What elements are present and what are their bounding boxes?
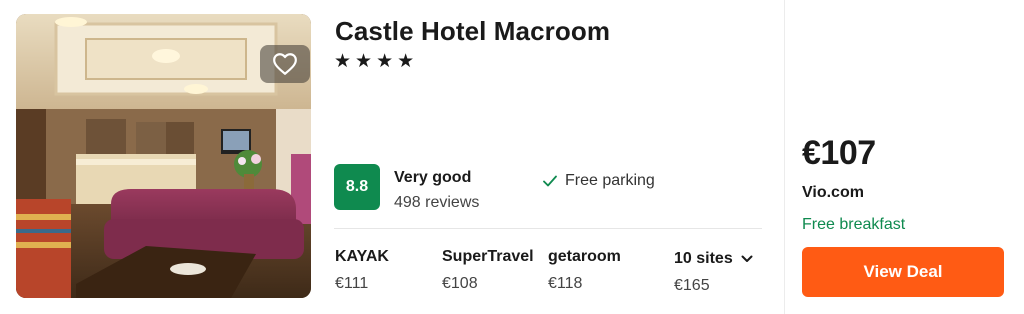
deal-price: €107 bbox=[802, 134, 876, 172]
provider-name: KAYAK bbox=[335, 248, 389, 265]
provider-option[interactable]: SuperTravel €108 bbox=[442, 248, 534, 293]
hotel-result-card[interactable]: Castle Hotel Macroom ★★★★ 8.8 Very good … bbox=[0, 0, 1024, 314]
deal-perk: Free breakfast bbox=[802, 216, 906, 233]
check-icon bbox=[543, 175, 557, 187]
heart-icon bbox=[273, 53, 297, 75]
more-sites-dropdown[interactable]: 10 sites €165 bbox=[674, 250, 753, 295]
column-divider bbox=[784, 0, 785, 314]
review-score-badge: 8.8 bbox=[334, 164, 380, 210]
deal-vendor: Vio.com bbox=[802, 184, 864, 201]
more-sites-price: €165 bbox=[674, 277, 710, 294]
favorite-button[interactable] bbox=[260, 45, 310, 83]
provider-price: €111 bbox=[335, 275, 369, 292]
more-sites-label: 10 sites bbox=[674, 250, 733, 267]
divider bbox=[334, 228, 762, 229]
provider-price: €108 bbox=[442, 275, 478, 292]
amenity-label: Free parking bbox=[565, 172, 655, 189]
provider-price: €118 bbox=[548, 275, 583, 292]
provider-option[interactable]: KAYAK €111 bbox=[335, 248, 389, 293]
provider-name: SuperTravel bbox=[442, 248, 534, 265]
star-rating: ★★★★ bbox=[334, 51, 419, 72]
hotel-name[interactable]: Castle Hotel Macroom bbox=[335, 16, 610, 47]
rating-label: Very good bbox=[394, 169, 472, 186]
provider-option[interactable]: getaroom €118 bbox=[548, 248, 621, 293]
view-deal-button[interactable]: View Deal bbox=[802, 247, 1004, 297]
hotel-photo[interactable] bbox=[16, 14, 311, 298]
review-count[interactable]: 498 reviews bbox=[394, 194, 479, 212]
provider-name: getaroom bbox=[548, 248, 621, 265]
amenity-free-parking: Free parking bbox=[543, 172, 655, 190]
chevron-down-icon bbox=[741, 255, 753, 262]
